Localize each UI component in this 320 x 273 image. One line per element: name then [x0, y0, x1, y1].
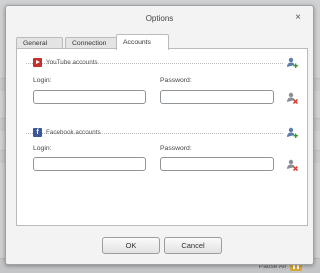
- facebook-section-label: Facebook accounts: [46, 129, 101, 136]
- facebook-login-label: Login:: [33, 145, 52, 152]
- youtube-password-input[interactable]: [160, 90, 274, 104]
- options-dialog: Options × General Connection Accounts Yo…: [5, 5, 314, 265]
- facebook-password-input[interactable]: [160, 157, 274, 171]
- accounts-panel: YouTube accounts Login: Password: f Face…: [16, 48, 308, 226]
- add-account-icon[interactable]: [286, 57, 298, 69]
- add-account-icon[interactable]: [286, 127, 298, 139]
- facebook-password-label: Password:: [160, 145, 192, 152]
- youtube-section-header: YouTube accounts: [33, 58, 98, 68]
- facebook-section-header: f Facebook accounts: [33, 128, 101, 138]
- youtube-section-label: YouTube accounts: [46, 59, 98, 66]
- dialog-title: Options: [145, 14, 174, 23]
- facebook-icon: f: [33, 128, 42, 137]
- ok-button[interactable]: OK: [102, 237, 160, 254]
- delete-account-icon[interactable]: [286, 92, 298, 104]
- facebook-login-input[interactable]: [33, 157, 146, 171]
- youtube-icon: [33, 58, 42, 67]
- youtube-password-label: Password:: [160, 77, 192, 84]
- youtube-login-input[interactable]: [33, 90, 146, 104]
- tab-accounts[interactable]: Accounts: [116, 34, 169, 50]
- close-icon[interactable]: ×: [292, 12, 304, 24]
- delete-account-icon[interactable]: [286, 159, 298, 171]
- youtube-login-label: Login:: [33, 77, 52, 84]
- cancel-button[interactable]: Cancel: [164, 237, 222, 254]
- title-bar: Options ×: [6, 6, 313, 30]
